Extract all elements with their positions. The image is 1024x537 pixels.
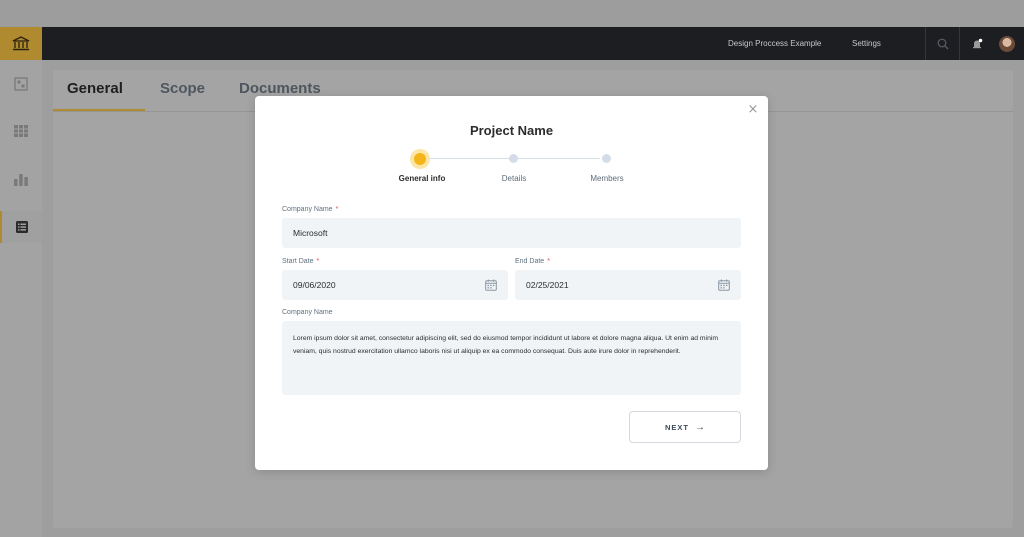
calendar-icon[interactable] [718, 279, 730, 291]
nav-divider [925, 27, 926, 60]
tab-documents[interactable]: Documents [239, 80, 321, 97]
end-date-input[interactable]: 02/25/2021 [515, 270, 741, 300]
close-icon[interactable]: × [746, 103, 760, 117]
grid-icon [14, 125, 28, 137]
top-navbar: Design Proccess Example Settings [42, 27, 1024, 60]
search-icon [937, 38, 949, 49]
avatar [999, 35, 1015, 52]
tab-scope[interactable]: Scope [160, 80, 205, 97]
search-button[interactable] [928, 27, 958, 60]
notifications-button[interactable] [962, 27, 992, 60]
company-name-label: Company Name * [282, 206, 339, 213]
end-date-label: End Date * [515, 258, 550, 265]
dashboard-icon [14, 77, 28, 91]
required-mark: * [335, 206, 339, 213]
step-dot-general-info[interactable] [410, 149, 430, 169]
start-date-value: 09/06/2020 [293, 280, 336, 290]
user-menu[interactable] [992, 27, 1022, 60]
step-label-members: Members [590, 174, 624, 183]
step-label-details: Details [501, 174, 527, 183]
project-modal: × Project Name General info Details Memb… [255, 96, 768, 470]
next-button-label: NEXT [664, 422, 689, 432]
bell-icon [973, 38, 983, 48]
sidebar-item-list[interactable] [0, 211, 42, 243]
sidebar-item-analytics[interactable] [0, 163, 42, 195]
sidebar-item-dashboard[interactable] [0, 68, 42, 100]
required-mark: * [316, 258, 320, 265]
next-button[interactable]: NEXT → [629, 411, 741, 443]
modal-title: Project Name [469, 123, 554, 138]
sidebar [0, 27, 42, 537]
step-dot-members[interactable] [602, 154, 611, 163]
list-icon [16, 221, 28, 233]
arrow-right-icon: → [695, 421, 705, 433]
sidebar-item-grid[interactable] [0, 115, 42, 147]
description-label: Company Name [282, 309, 333, 316]
required-mark: * [547, 258, 550, 265]
end-date-value: 02/25/2021 [526, 280, 569, 290]
bank-icon [12, 35, 30, 50]
tab-general[interactable]: General [67, 80, 123, 97]
nav-divider [959, 27, 960, 60]
bar-chart-icon [14, 174, 28, 186]
window-top-strip [0, 0, 1024, 27]
step-label-general-info: General info [398, 174, 446, 183]
settings-link[interactable]: Settings [852, 27, 881, 60]
step-dot-details[interactable] [509, 154, 518, 163]
start-date-input[interactable]: 09/06/2020 [282, 270, 508, 300]
calendar-icon[interactable] [485, 279, 497, 291]
project-link[interactable]: Design Proccess Example [728, 27, 821, 60]
active-tab-indicator [53, 109, 145, 111]
company-name-input[interactable]: Microsoft [282, 218, 741, 248]
logo-tile[interactable] [0, 27, 42, 60]
description-textarea[interactable]: Lorem ipsum dolor sit amet, consectetur … [282, 321, 741, 395]
start-date-label: Start Date * [282, 258, 320, 265]
